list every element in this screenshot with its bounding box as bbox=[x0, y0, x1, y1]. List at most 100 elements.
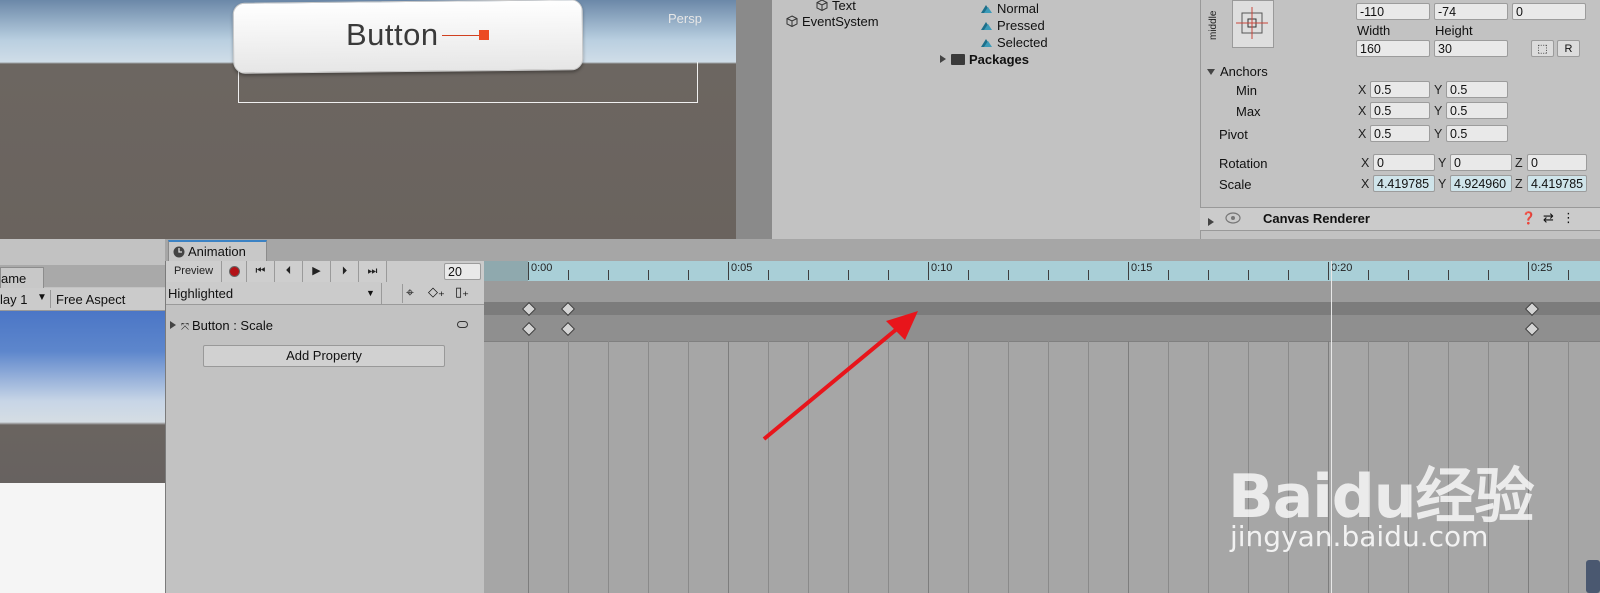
event-row[interactable] bbox=[484, 281, 1600, 302]
axis-y-label: Y bbox=[1438, 156, 1447, 170]
pos-x-field[interactable]: -110 bbox=[1356, 3, 1430, 20]
project-folder-packages[interactable]: Packages bbox=[940, 52, 1029, 67]
dropdown-arrow-icon[interactable]: ▼ bbox=[37, 292, 47, 303]
anchor-max-y-field[interactable]: 0.5 bbox=[1446, 102, 1508, 119]
dropdown-arrow-icon[interactable]: ▼ bbox=[366, 288, 375, 298]
add-event-icon[interactable]: ▯₊ bbox=[455, 284, 469, 300]
tab-game[interactable]: ame bbox=[0, 267, 44, 289]
scale-y-field[interactable]: 4.924960 bbox=[1450, 175, 1512, 192]
grid-line bbox=[888, 341, 889, 593]
tab-animation[interactable]: Animation bbox=[168, 240, 267, 262]
scrollbar[interactable] bbox=[1586, 560, 1600, 593]
project-item[interactable]: Normal bbox=[980, 1, 1039, 16]
expand-arrow-icon[interactable] bbox=[170, 321, 176, 329]
ruler-major-tick bbox=[1128, 262, 1129, 280]
raw-edit-button[interactable]: R bbox=[1557, 40, 1580, 57]
foldout-arrow-icon[interactable] bbox=[1208, 218, 1214, 226]
pos-z-field[interactable]: 0 bbox=[1512, 3, 1586, 20]
project-item[interactable]: Selected bbox=[980, 35, 1048, 50]
animation-clip-icon bbox=[981, 5, 992, 13]
record-button[interactable] bbox=[222, 261, 247, 282]
anchor-min-label: Min bbox=[1236, 83, 1257, 98]
grid-line bbox=[648, 341, 649, 593]
property-row[interactable]: ⤧ Button : Scale bbox=[170, 318, 273, 333]
first-keyframe-button[interactable]: ⏮ bbox=[247, 261, 275, 282]
ruler-tick bbox=[1208, 270, 1209, 280]
scene-view[interactable]: Button Persp bbox=[0, 0, 736, 239]
add-property-button[interactable]: Add Property bbox=[203, 345, 445, 367]
grid-line bbox=[768, 341, 769, 593]
grid-line bbox=[688, 341, 689, 593]
ruler-tick bbox=[1288, 270, 1289, 280]
gameobject-icon bbox=[786, 15, 798, 27]
game-view[interactable] bbox=[0, 311, 165, 483]
hierarchy-item[interactable]: Text bbox=[816, 0, 856, 13]
divider bbox=[402, 284, 403, 303]
blueprint-mode-button[interactable]: ⬚ bbox=[1531, 40, 1554, 57]
last-keyframe-button[interactable]: ⏭ bbox=[359, 261, 387, 282]
ruler-label: 0:25 bbox=[1531, 262, 1553, 274]
grid-line bbox=[608, 341, 609, 593]
axis-x-label: X bbox=[1361, 177, 1370, 191]
ruler-major-tick bbox=[728, 262, 729, 280]
next-keyframe-button[interactable]: ⏵ bbox=[331, 261, 359, 282]
animation-clip-icon bbox=[981, 22, 992, 30]
preset-icon[interactable]: ⇄ bbox=[1543, 210, 1554, 226]
display-dropdown[interactable]: lay 1 bbox=[0, 292, 27, 307]
ruler-pad bbox=[484, 261, 528, 281]
axis-x-label: X bbox=[1358, 104, 1367, 118]
rotation-z-field[interactable]: 0 bbox=[1527, 154, 1587, 171]
clip-dropdown[interactable]: Highlighted bbox=[168, 286, 378, 301]
ruler-tick bbox=[1568, 270, 1569, 280]
property-options-icon[interactable] bbox=[457, 321, 468, 328]
axis-y-label: Y bbox=[1434, 83, 1443, 97]
summary-row[interactable] bbox=[484, 302, 1600, 315]
scale-z-field[interactable]: 4.419785 bbox=[1527, 175, 1587, 192]
add-keyframe-icon[interactable]: ◇₊ bbox=[428, 284, 445, 300]
anchor-preset-button[interactable] bbox=[1232, 0, 1274, 48]
aspect-dropdown[interactable]: Free Aspect bbox=[56, 292, 125, 307]
pivot-y-field[interactable]: 0.5 bbox=[1446, 125, 1508, 142]
canvas-renderer-header[interactable]: Canvas Renderer ❓ ⇄ ⋮ bbox=[1200, 207, 1600, 231]
hierarchy-item[interactable]: EventSystem bbox=[786, 14, 879, 29]
ruler-tick bbox=[568, 270, 569, 280]
width-field[interactable]: 160 bbox=[1356, 40, 1430, 57]
property-keyframe-row[interactable] bbox=[484, 315, 1600, 342]
prev-keyframe-button[interactable]: ⏴ bbox=[275, 261, 303, 282]
more-menu-icon[interactable]: ⋮ bbox=[1562, 210, 1575, 226]
ruler-major-tick bbox=[528, 262, 529, 280]
axis-y-label: Y bbox=[1434, 127, 1443, 141]
anchors-foldout[interactable]: Anchors bbox=[1207, 64, 1268, 79]
component-title: Canvas Renderer bbox=[1263, 211, 1370, 226]
anchor-min-y-field[interactable]: 0.5 bbox=[1446, 81, 1508, 98]
project-item[interactable]: Pressed bbox=[980, 18, 1045, 33]
grid-line bbox=[1008, 341, 1009, 593]
anchor-max-x-field[interactable]: 0.5 bbox=[1370, 102, 1430, 119]
pos-y-field[interactable]: -74 bbox=[1434, 3, 1508, 20]
scale-x-field[interactable]: 4.419785 bbox=[1373, 175, 1435, 192]
record-icon bbox=[229, 266, 240, 277]
height-label: Height bbox=[1435, 23, 1473, 38]
help-icon[interactable]: ❓ bbox=[1521, 211, 1536, 225]
pivot-x-field[interactable]: 0.5 bbox=[1370, 125, 1430, 142]
axis-z-label: Z bbox=[1515, 156, 1523, 170]
grid-line bbox=[1568, 341, 1569, 593]
persp-label[interactable]: Persp bbox=[668, 11, 702, 26]
move-handle[interactable] bbox=[479, 30, 489, 40]
anchor-preset-icon bbox=[1236, 7, 1268, 39]
ruler-tick bbox=[1008, 270, 1009, 280]
preview-button[interactable]: Preview bbox=[166, 261, 222, 282]
rotation-x-field[interactable]: 0 bbox=[1373, 154, 1435, 171]
height-field[interactable]: 30 bbox=[1434, 40, 1508, 57]
step-back-icon: ⏴ bbox=[285, 265, 292, 277]
play-button[interactable]: ▶ bbox=[303, 261, 331, 282]
scale-tool-icon: ⤧ bbox=[181, 322, 189, 333]
frame-field[interactable]: 20 bbox=[444, 263, 481, 280]
rotation-y-field[interactable]: 0 bbox=[1450, 154, 1512, 171]
pivot-label: Pivot bbox=[1219, 127, 1248, 142]
ruler-tick bbox=[888, 270, 889, 280]
anchor-min-x-field[interactable]: 0.5 bbox=[1370, 81, 1430, 98]
axis-y-label: Y bbox=[1438, 177, 1447, 191]
keyframe-filter-icon[interactable]: ⌖ bbox=[406, 284, 414, 301]
expand-arrow-icon[interactable] bbox=[940, 55, 946, 63]
